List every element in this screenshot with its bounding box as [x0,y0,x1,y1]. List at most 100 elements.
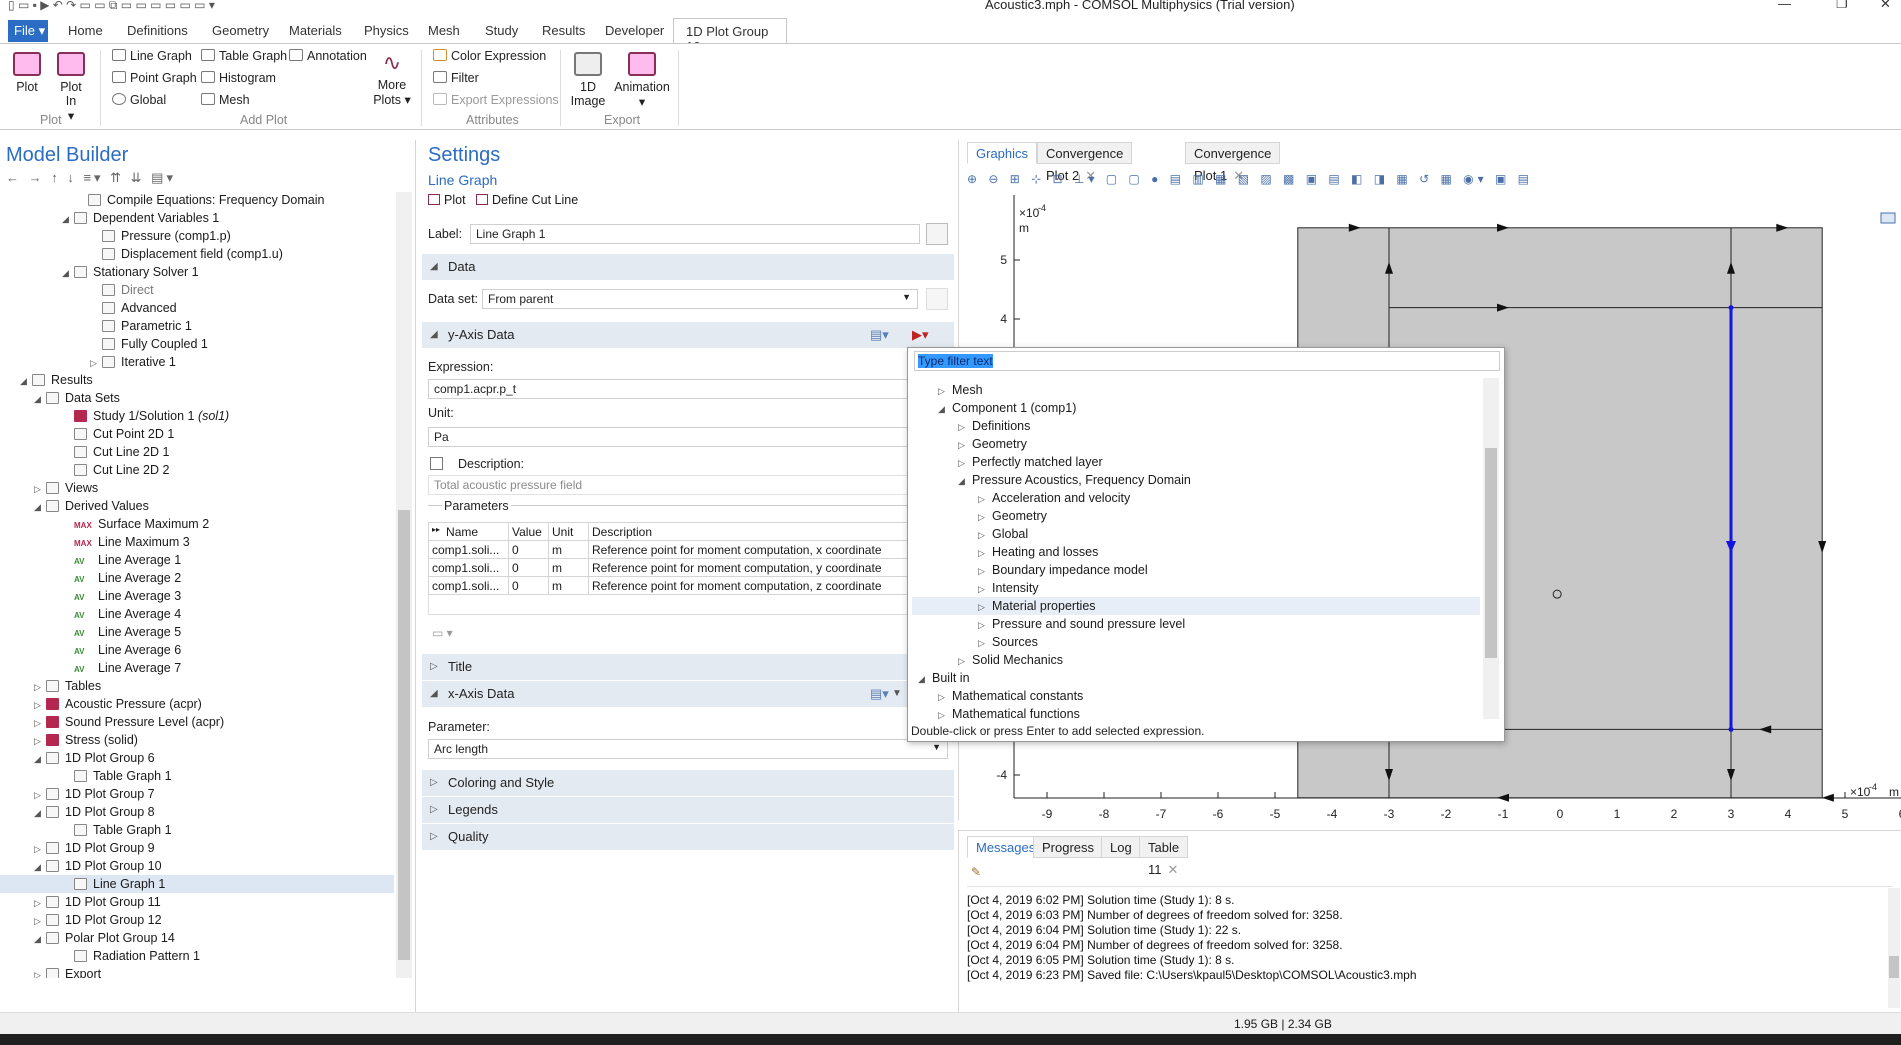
expression-tree-item[interactable]: ◢ Component 1 (comp1) [912,399,1480,417]
tab-progress[interactable]: Progress [1033,836,1104,858]
1d-image-button[interactable]: 1D Image [568,52,608,108]
tree-item[interactable]: Radiation Pattern 1 [0,947,394,965]
tree-item[interactable]: Study 1/Solution 1 (sol1) [0,407,394,425]
table-options-icon[interactable]: ▭ ▾ [432,626,453,640]
expression-input[interactable]: comp1.acpr.p_t [428,379,908,399]
popup-scrollbar-thumb[interactable] [1485,448,1497,658]
expand-icon[interactable]: ▷ [938,382,952,400]
tree-item[interactable]: ▷ Iterative 1 [0,353,394,371]
table-cell[interactable]: m [548,576,589,595]
table-cell[interactable]: m [548,558,589,577]
expand-icon[interactable]: ▷ [34,714,46,732]
tree-item[interactable]: MAX Line Maximum 3 [0,533,394,551]
file-menu[interactable]: File ▾ [8,20,48,42]
menu-home[interactable]: Home [68,23,103,38]
insert-expression-icon[interactable]: ▶▾ [912,322,929,348]
tree-item[interactable]: ◢ Polar Plot Group 14 [0,929,394,947]
tree-item[interactable]: AV Line Average 3 [0,587,394,605]
expand-icon[interactable]: ▷ [938,688,952,706]
tree-item[interactable]: ▷ Views [0,479,394,497]
label-input[interactable]: Line Graph 1 [470,224,920,244]
tree-item[interactable]: ◢ Dependent Variables 1 [0,209,394,227]
expand-icon[interactable]: ▷ [958,454,972,472]
table-cell[interactable]: Reference point for moment computation, … [588,558,908,577]
tab-convergence-plot-2[interactable]: Convergence Plot 2 ✕ [1037,142,1133,183]
model-tree[interactable]: Compile Equations: Frequency Domain ◢ Depe… [0,190,396,978]
replace-expression-icon[interactable]: ▤▾ [870,322,889,348]
expression-tree-item[interactable]: ▷ Intensity [912,579,1480,597]
expression-tree-item[interactable]: ▷ Definitions [912,417,1480,435]
unit-input[interactable]: Pa [428,427,908,447]
collapse-icon[interactable]: ◢ [34,390,46,408]
tree-item[interactable]: Table Graph 1 [0,821,394,839]
col-value[interactable]: Value [508,522,549,541]
table-cell[interactable]: m [548,540,589,559]
parameters-table[interactable]: ▸▸ Name Value Unit Description comp1.soli… [428,522,908,595]
tab-table-11[interactable]: Table 11 ✕ [1139,836,1189,877]
tree-item[interactable]: ▷ Sound Pressure Level (acpr) [0,713,394,731]
col-description[interactable]: Description [588,522,908,541]
filter-input[interactable]: Type filter text [914,351,1500,371]
global-button[interactable]: Global [112,93,166,107]
menu-mesh[interactable]: Mesh [428,23,460,38]
tab-convergence-plot-1[interactable]: Convergence Plot 1 ✕ [1185,142,1281,183]
tree-scrollbar[interactable] [396,192,412,978]
minimize-icon[interactable]: — [1778,0,1791,11]
tree-item[interactable]: Line Graph 1 [0,875,394,893]
tree-item[interactable]: ◢ 1D Plot Group 6 [0,749,394,767]
menu-developer[interactable]: Developer [605,23,664,38]
expand-icon[interactable]: ▷ [958,418,972,436]
expand-icon[interactable]: ▷ [34,480,46,498]
table-cell[interactable]: comp1.soli... [428,558,509,577]
animation-button[interactable]: Animation ▾ [614,52,670,109]
expression-tree-item[interactable]: ◢ Pressure Acoustics, Frequency Domain [912,471,1480,489]
tree-item[interactable]: Direct [0,281,394,299]
tree-item[interactable]: ◢ Results [0,371,394,389]
tree-item[interactable]: AV Line Average 5 [0,623,394,641]
expand-icon[interactable]: ▷ [34,732,46,750]
table-graph-button[interactable]: Table Graph [201,49,287,63]
expand-icon[interactable]: ▷ [34,894,46,912]
tab-graphics[interactable]: Graphics [967,142,1038,164]
expression-tree-item[interactable]: ▷ Geometry [912,435,1480,453]
chevron-down-icon[interactable]: ▼ [892,681,902,707]
tree-item[interactable]: ▷ Acoustic Pressure (acpr) [0,695,394,713]
tree-item[interactable]: Advanced [0,299,394,317]
tree-item[interactable]: AV Line Average 7 [0,659,394,677]
collapse-icon[interactable]: ◢ [62,210,74,228]
expand-icon[interactable]: ▷ [978,580,992,598]
title-section-header[interactable]: ▷ Title [422,654,954,680]
tree-item[interactable]: ▷ 1D Plot Group 9 [0,839,394,857]
tree-item[interactable]: Pressure (comp1.p) [0,227,394,245]
legends-section-header[interactable]: ▷ Legends [422,797,954,823]
expression-tree[interactable]: ▷ Mesh ◢ Component 1 (comp1) ▷ Definitions ▷ Ge… [912,376,1482,719]
popup-scrollbar[interactable] [1483,378,1499,719]
filter-button[interactable]: Filter [433,71,479,85]
messages-scrollbar-thumb[interactable] [1889,956,1899,978]
annotation-button[interactable]: Annotation [289,49,367,63]
tree-item[interactable]: ◢ Data Sets [0,389,394,407]
table-cell[interactable]: 0 [508,576,549,595]
plot-link[interactable]: Plot [428,193,466,207]
expression-tree-item[interactable]: ▷ Solid Mechanics [912,651,1480,669]
tree-item[interactable]: ◢ 1D Plot Group 10 [0,857,394,875]
define-cut-line-link[interactable]: Define Cut Line [476,193,578,207]
data-section-header[interactable]: ◢ Data [422,254,954,280]
expand-icon[interactable]: ▷ [978,598,992,616]
tree-item[interactable]: Fully Coupled 1 [0,335,394,353]
expression-tree-item[interactable]: ▷ Perfectly matched layer [912,453,1480,471]
expand-icon[interactable]: ▷ [978,616,992,634]
col-unit[interactable]: Unit [548,522,589,541]
expression-tree-item[interactable]: ◢ Built in [912,669,1480,687]
expand-icon[interactable]: ▷ [34,678,46,696]
table-cell[interactable]: Reference point for moment computation, … [588,576,908,595]
expand-icon[interactable]: ▷ [90,354,102,372]
tree-item[interactable]: ▷ Stress (solid) [0,731,394,749]
table-cell[interactable]: comp1.soli... [428,540,509,559]
tree-item[interactable]: AV Line Average 1 [0,551,394,569]
collapse-icon[interactable]: ◢ [918,670,932,688]
parameter-select[interactable]: Arc length ▼ [428,739,948,759]
color-expression-button[interactable]: Color Expression [433,49,546,63]
collapse-icon[interactable]: ◢ [938,400,952,418]
table-cell[interactable]: 0 [508,540,549,559]
